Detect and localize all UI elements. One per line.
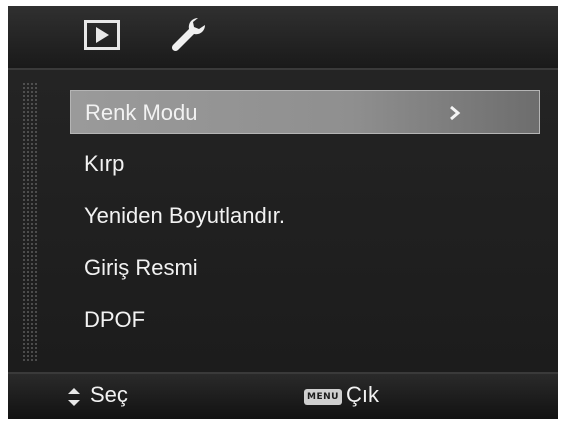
menu-item-label: Renk Modu xyxy=(85,100,198,125)
menu-item-label: Giriş Resmi xyxy=(84,255,198,280)
exit-hint-label: Çık xyxy=(346,382,379,407)
menu-item-dpof[interactable]: DPOF xyxy=(70,298,540,342)
menu-key-icon: MENU xyxy=(304,389,342,405)
play-icon[interactable] xyxy=(84,20,120,50)
menu-item-giris-resmi[interactable]: Giriş Resmi xyxy=(70,246,540,290)
tab-bar xyxy=(8,6,558,70)
select-hint-label: Seç xyxy=(90,382,128,407)
chevron-right-icon xyxy=(450,105,461,121)
menu-item-label: Kırp xyxy=(84,151,125,176)
menu-list: Renk Modu Kırp Yeniden Boyutlandır. Giri… xyxy=(8,70,558,370)
camera-menu-frame: Renk Modu Kırp Yeniden Boyutlandır. Giri… xyxy=(8,6,558,419)
menu-item-yeniden-boyutlandir[interactable]: Yeniden Boyutlandır. xyxy=(70,194,540,238)
navigation-arrows-icon xyxy=(68,388,80,406)
wrench-icon[interactable] xyxy=(168,14,208,54)
menu-item-renk-modu[interactable]: Renk Modu xyxy=(70,90,540,134)
menu-item-label: Yeniden Boyutlandır. xyxy=(84,203,286,228)
menu-item-kirp[interactable]: Kırp xyxy=(70,142,540,186)
menu-item-label: DPOF xyxy=(84,307,146,332)
footer-hint-bar: Seç MENU Çık xyxy=(8,372,558,419)
camera-screen: Renk Modu Kırp Yeniden Boyutlandır. Giri… xyxy=(0,0,565,423)
scrollbar-track[interactable] xyxy=(22,82,38,362)
